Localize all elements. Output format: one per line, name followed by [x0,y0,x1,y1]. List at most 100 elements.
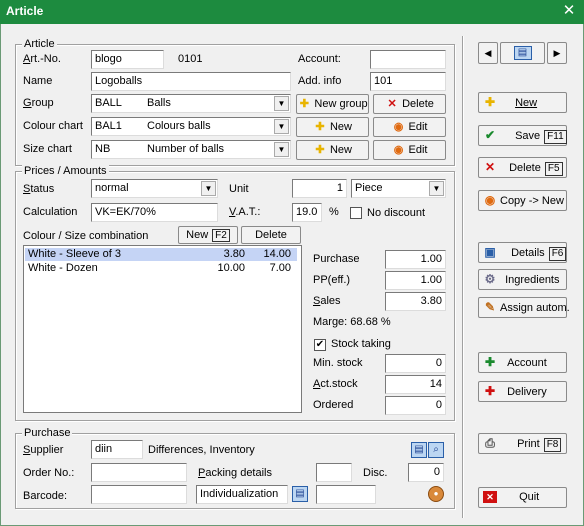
colour-code: BAL1 [95,120,122,132]
purchase-price-input[interactable]: 1.00 [385,250,446,269]
supplier-list-icon[interactable]: ▤ [411,442,427,458]
barcode-label: Barcode: [23,490,68,502]
chevron-down-icon[interactable]: ▼ [429,181,444,196]
purchase-price-label: Purchase [313,253,360,265]
combination-purchase: 10.00 [217,262,245,274]
title-bar: Article ✕ [0,0,584,24]
vat-label: V.A.T.: [229,206,261,218]
min-stock-input[interactable]: 0 [385,354,446,373]
close-icon[interactable]: ✕ [560,2,578,20]
article-legend: Article [22,38,57,50]
combination-list[interactable]: White - Sleeve of 3 3.80 14.00 White - D… [23,245,302,413]
chevron-down-icon[interactable]: ▼ [274,96,289,111]
ingredients-button[interactable]: ⚙ Ingredients [478,269,567,290]
size-code: NB [95,143,111,155]
packing-label: Packing details [198,467,272,479]
size-new-button[interactable]: ✚ New [296,140,369,160]
supplier-search-icon[interactable]: ⌕ [428,442,444,458]
act-stock-label: Act.stock [313,378,358,390]
delete-button[interactable]: ✕ Delete F5 [478,157,567,178]
check-icon: ✔ [484,128,496,142]
orderno-input[interactable] [91,463,187,482]
disc-label: Disc. [363,467,388,479]
group-code: BALL [95,97,122,109]
combo-delete-button[interactable]: Delete [241,226,301,244]
barcode-input[interactable] [91,485,187,504]
chevron-down-icon[interactable]: ▼ [201,181,216,196]
print-button[interactable]: ⎙ Print F8 [478,433,567,454]
list-item[interactable]: White - Dozen 10.00 7.00 [25,262,297,275]
delivery-button[interactable]: ✚ Delivery [478,381,567,402]
group-select[interactable]: BALL Balls ▼ [91,94,291,113]
ingredients-icon: ⚙ [484,272,496,286]
sales-price-input[interactable]: 3.80 [385,292,446,311]
nav-next-button[interactable]: ▶ [547,42,567,64]
combo-label: Colour / Size combination [23,230,149,242]
new-group-button[interactable]: ✚ New group [296,94,369,114]
palette-icon[interactable]: ● [428,486,444,502]
supplier-input[interactable]: diin [91,440,143,459]
status-label: Status [23,183,55,195]
quit-button[interactable]: ✕ Quit [478,487,567,508]
edit-icon: ◉ [393,121,404,133]
min-stock-label: Min. stock [313,357,363,369]
delivery-icon: ✚ [484,384,496,398]
pp-eff-input[interactable]: 1.00 [385,271,446,290]
wand-icon: ✎ [484,300,496,314]
nav-prev-button[interactable]: ◀ [478,42,498,64]
ordered-input[interactable]: 0 [385,396,446,415]
name-label: Name [23,75,53,87]
colour-name: Colours balls [147,120,211,132]
list-item[interactable]: White - Sleeve of 3 3.80 14.00 [25,248,297,261]
group-delete-button[interactable]: ✕ Delete [373,94,446,114]
new-button[interactable]: ✚ New [478,92,567,113]
colour-chart-select[interactable]: BAL1 Colours balls ▼ [91,117,291,136]
account-icon: ✚ [484,355,496,369]
stock-taking-checkbox[interactable]: ✔ [314,339,326,351]
copy-new-button[interactable]: ◉ Copy -> New [478,190,567,211]
chevron-down-icon[interactable]: ▼ [274,119,289,134]
account-input[interactable] [370,50,446,69]
copy-icon: ◉ [484,193,496,207]
unit-select[interactable]: Piece ▼ [351,179,446,198]
prices-legend: Prices / Amounts [22,165,109,177]
save-button[interactable]: ✔ Save F11 [478,125,567,146]
quit-icon: ✕ [483,491,497,503]
no-discount-checkbox[interactable] [350,207,362,219]
size-edit-button[interactable]: ◉ Edit [373,140,446,160]
details-button[interactable]: ▣ Details F6 [478,242,567,263]
individualization-icon[interactable]: ▤ [292,486,308,502]
chevron-down-icon[interactable]: ▼ [274,142,289,157]
artno-suffix: 0101 [178,53,203,65]
act-stock-input[interactable]: 14 [385,375,446,394]
combo-new-button[interactable]: New F2 [178,226,238,244]
addinfo-label: Add. info [298,75,342,87]
unit-qty-input[interactable]: 1 [292,179,347,198]
combination-purchase: 3.80 [223,248,245,260]
no-discount-label: No discount [367,207,426,219]
vat-input[interactable]: 19.0 [292,203,322,222]
combination-sales: 7.00 [269,262,291,274]
size-chart-select[interactable]: NB Number of balls ▼ [91,140,291,159]
nav-list-button[interactable]: ▤ [500,42,545,64]
sidebar-separator [462,36,464,518]
colour-new-button[interactable]: ✚ New [296,117,369,137]
individualization-input[interactable]: Individualization [196,485,288,504]
artno-input[interactable]: blogo [91,50,164,69]
name-input[interactable]: Logoballs [91,72,291,91]
artno-label: Art.-No. [23,53,61,65]
addinfo-input[interactable]: 101 [370,72,446,91]
status-select[interactable]: normal ▼ [91,179,218,198]
calc-input[interactable]: VK=EK/70% [91,203,218,222]
combination-sales: 14.00 [263,248,291,260]
extra-input[interactable] [316,485,376,504]
disc-input[interactable]: 0 [408,463,444,482]
colour-edit-button[interactable]: ◉ Edit [373,117,446,137]
purchase-legend: Purchase [22,427,73,439]
assign-autom-button[interactable]: ✎ Assign autom. [478,297,570,318]
account-button[interactable]: ✚ Account [478,352,567,373]
details-icon: ▣ [484,245,496,259]
plus-icon: ✚ [315,121,325,133]
packing-input[interactable] [316,463,352,482]
size-name: Number of balls [147,143,225,155]
